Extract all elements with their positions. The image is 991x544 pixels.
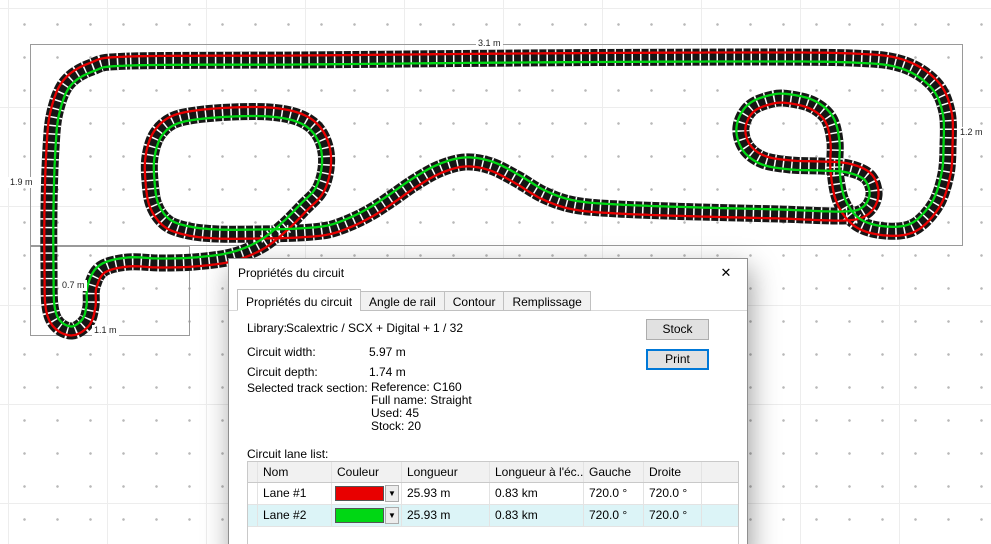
lane-length-scale-cell: 0.83 km xyxy=(490,505,584,526)
lane-table-header: NomCouleurLongueurLongueur à l'éc...Gauc… xyxy=(248,462,738,483)
lane-length-scale-cell: 0.83 km xyxy=(490,483,584,504)
row-filler xyxy=(702,483,738,504)
tab-strip: Propriétés du circuitAngle de railContou… xyxy=(237,289,591,311)
tab-angle-de-rail[interactable]: Angle de rail xyxy=(360,291,445,311)
lane-list-label: Circuit lane list: xyxy=(247,447,328,461)
dimension-label-bottom: 1.1 m xyxy=(92,325,119,336)
circuit-depth-label: Circuit depth: xyxy=(247,365,318,379)
color-swatch xyxy=(335,486,384,501)
dimension-label-inner: 0.7 m xyxy=(60,280,87,291)
lane-table-body: Lane #1▼25.93 m0.83 km720.0 °720.0 °Lane… xyxy=(248,483,738,527)
column-header[interactable]: Longueur à l'éc... xyxy=(490,462,584,482)
lane-color-cell: ▼ xyxy=(332,483,402,504)
circuit-depth-value: 1.74 m xyxy=(369,365,406,379)
table-row[interactable]: Lane #2▼25.93 m0.83 km720.0 °720.0 ° xyxy=(248,505,738,527)
column-header[interactable]: Gauche xyxy=(584,462,644,482)
lane-length-cell: 25.93 m xyxy=(402,505,490,526)
lane-color-cell: ▼ xyxy=(332,505,402,526)
column-header[interactable]: Longueur xyxy=(402,462,490,482)
library-label: Library: xyxy=(247,321,287,335)
lane-right-turns-cell: 720.0 ° xyxy=(644,483,702,504)
lane-left-turns-cell: 720.0 ° xyxy=(584,505,644,526)
lane-left-turns-cell: 720.0 ° xyxy=(584,483,644,504)
table-row[interactable]: Lane #1▼25.93 m0.83 km720.0 °720.0 ° xyxy=(248,483,738,505)
library-scale: 1 / 32 xyxy=(433,321,463,335)
library-value: Scalextric / SCX + Digital + xyxy=(286,321,430,335)
close-icon[interactable]: ✕ xyxy=(705,259,747,286)
color-dropdown-button[interactable]: ▼ xyxy=(385,485,399,502)
lane-name-cell: Lane #1 xyxy=(258,483,332,504)
column-header[interactable]: Couleur xyxy=(332,462,402,482)
circuit-properties-dialog: Propriétés du circuit ✕ Propriétés du ci… xyxy=(228,258,748,544)
row-gutter xyxy=(248,462,258,482)
section-values: Reference: C160Full name: StraightUsed: … xyxy=(371,381,472,433)
stock-button[interactable]: Stock xyxy=(646,319,709,340)
dimension-label-right: 1.2 m xyxy=(958,127,985,138)
column-header[interactable]: Nom xyxy=(258,462,332,482)
circuit-width-value: 5.97 m xyxy=(369,345,406,359)
color-dropdown-button[interactable]: ▼ xyxy=(385,507,399,524)
tab-propri-t-s-du-circuit[interactable]: Propriétés du circuit xyxy=(237,289,361,311)
lane-length-cell: 25.93 m xyxy=(402,483,490,504)
tab-page-properties: Library: Scalextric / SCX + Digital + 1 … xyxy=(229,310,747,544)
dimension-label-top: 3.1 m xyxy=(476,38,503,49)
column-header-filler xyxy=(702,462,738,482)
column-header[interactable]: Droite xyxy=(644,462,702,482)
row-gutter xyxy=(248,483,258,504)
tab-remplissage[interactable]: Remplissage xyxy=(503,291,590,311)
circuit-width-label: Circuit width: xyxy=(247,345,316,359)
print-button[interactable]: Print xyxy=(646,349,709,370)
row-gutter xyxy=(248,505,258,526)
lane-name-cell: Lane #2 xyxy=(258,505,332,526)
lane-table[interactable]: NomCouleurLongueurLongueur à l'éc...Gauc… xyxy=(247,461,739,544)
selected-section-label: Selected track section: xyxy=(247,381,368,395)
row-filler xyxy=(702,505,738,526)
color-swatch xyxy=(335,508,384,523)
tab-contour[interactable]: Contour xyxy=(444,291,505,311)
section-value-line: Stock: 20 xyxy=(371,420,472,433)
dimension-label-left: 1.9 m xyxy=(8,177,35,188)
dialog-titlebar[interactable]: Propriétés du circuit ✕ xyxy=(229,259,747,286)
dialog-title: Propriétés du circuit xyxy=(229,266,705,280)
lane-right-turns-cell: 720.0 ° xyxy=(644,505,702,526)
